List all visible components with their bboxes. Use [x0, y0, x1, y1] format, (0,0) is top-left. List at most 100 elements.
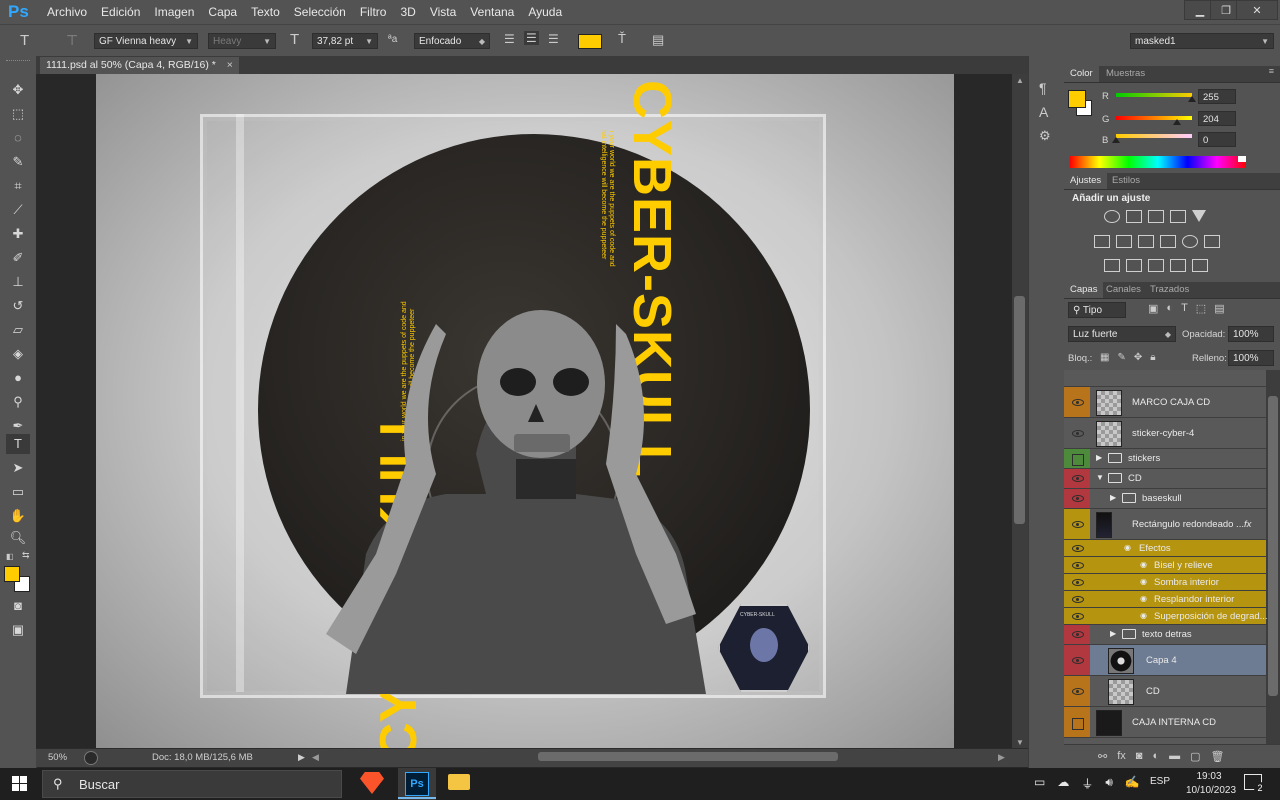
tool-presets-icon[interactable]: ⚙ [1039, 128, 1051, 144]
eye-icon[interactable] [1072, 495, 1084, 502]
color-balance-icon[interactable] [1116, 235, 1132, 248]
collapse-arrow-icon[interactable]: ▼ [1096, 473, 1104, 482]
link-layers-icon[interactable]: ⚯ [1098, 750, 1107, 763]
layer-row[interactable]: fx Rectángulo redondeado ... [1064, 509, 1266, 540]
layer-visibility-cell[interactable] [1064, 540, 1090, 556]
screen-mode-icon[interactable]: ▣ [6, 620, 30, 640]
windows-start-icon[interactable] [12, 776, 28, 792]
tab-color[interactable]: Color [1064, 66, 1099, 82]
layer-name[interactable]: texto detras [1142, 629, 1192, 640]
tab-canales[interactable]: Canales [1100, 282, 1147, 298]
tab-ajustes[interactable]: Ajustes [1064, 173, 1108, 189]
warp-text-icon[interactable]: Ť [618, 31, 626, 46]
layer-name[interactable]: Rectángulo redondeado ... [1132, 519, 1244, 530]
eye-icon[interactable] [1072, 631, 1084, 638]
layer-visibility-cell[interactable] [1064, 608, 1090, 624]
eye-icon[interactable] [1072, 429, 1084, 437]
default-colors-icon[interactable]: ◧ [6, 552, 14, 561]
layer-row[interactable]: ◉ Bisel y relieve [1064, 557, 1266, 574]
menu-vista[interactable]: Vista [423, 5, 463, 19]
tab-capas[interactable]: Capas [1064, 282, 1104, 298]
effect-eye-icon[interactable]: ◉ [1140, 560, 1147, 569]
menu-texto[interactable]: Texto [244, 5, 287, 19]
layer-visibility-cell[interactable] [1064, 625, 1090, 644]
layer-row[interactable]: MARCO CAJA CD [1064, 387, 1266, 418]
layer-name[interactable]: Superposición de degrad... [1154, 611, 1268, 622]
layer-visibility-cell[interactable] [1064, 557, 1090, 573]
r-value[interactable]: 255 [1198, 89, 1236, 104]
taskbar-search[interactable]: ⚲ Buscar [42, 770, 342, 798]
document-info[interactable]: Doc: 18,0 MB/125,6 MB [152, 752, 253, 763]
eye-icon[interactable] [1072, 656, 1084, 664]
layer-row[interactable]: sticker-cyber-4 [1064, 418, 1266, 449]
font-family-select[interactable]: GF Vienna heavy ▼ [94, 33, 198, 49]
eye-icon[interactable] [1072, 687, 1084, 695]
scroll-up-icon[interactable]: ▲ [1016, 76, 1024, 85]
eye-icon[interactable] [1072, 578, 1084, 586]
zoom-tool-icon[interactable]: 🔍︎ [6, 528, 30, 548]
foreground-color-swatch[interactable] [4, 566, 20, 582]
paragraph-panel-icon[interactable]: ¶ [1039, 80, 1047, 96]
lock-transparency-icon[interactable]: ▦ [1100, 352, 1109, 363]
effect-eye-icon[interactable]: ◉ [1140, 594, 1147, 603]
delete-layer-icon[interactable]: 🗑︎ [1211, 750, 1225, 763]
dodge-tool-icon[interactable]: ⚲ [6, 392, 30, 412]
hue-saturation-icon[interactable] [1094, 235, 1110, 248]
spectrum-white-swatch[interactable] [1238, 156, 1246, 162]
lock-all-icon[interactable]: 🔒︎ [1150, 352, 1155, 363]
blur-tool-icon[interactable]: ● [6, 368, 30, 388]
eye-icon[interactable] [1072, 544, 1084, 552]
effect-eye-icon[interactable]: ◉ [1140, 577, 1147, 586]
add-style-icon[interactable]: fx [1117, 750, 1126, 763]
layer-name[interactable]: Bisel y relieve [1154, 560, 1213, 571]
brush-tool-icon[interactable]: ✐ [6, 248, 30, 268]
toolbar-grip[interactable] [6, 60, 30, 64]
file-explorer-icon[interactable] [448, 774, 470, 790]
layer-row[interactable]: ▼ CD [1064, 469, 1266, 489]
layer-name[interactable]: Capa 4 [1146, 655, 1177, 666]
color-spectrum-bar[interactable] [1070, 156, 1246, 168]
levels-icon[interactable] [1126, 210, 1142, 223]
lock-position-icon[interactable]: ✥ [1134, 352, 1142, 363]
layer-visibility-cell[interactable] [1064, 676, 1090, 706]
expand-arrow-icon[interactable]: ▶ [1110, 493, 1116, 502]
photo-filter-icon[interactable] [1160, 235, 1176, 248]
layer-name[interactable]: MARCO CAJA CD [1132, 397, 1210, 408]
layer-name[interactable]: Sombra interior [1154, 577, 1219, 588]
layer-name[interactable]: CAJA INTERNA CD [1132, 717, 1216, 728]
lasso-tool-icon[interactable]: ◌ [6, 128, 30, 148]
b-value[interactable]: 0 [1198, 132, 1236, 147]
layer-row[interactable]: Capa 4 [1064, 645, 1266, 676]
character-panel-icon[interactable]: A [1039, 104, 1048, 120]
layer-name[interactable]: Efectos [1139, 543, 1171, 554]
channel-mixer-icon[interactable] [1182, 235, 1198, 248]
fx-icon[interactable]: fx [1244, 519, 1251, 530]
layer-visibility-cell[interactable] [1064, 509, 1090, 539]
brightness-icon[interactable] [1104, 210, 1120, 223]
hidden-visibility-icon[interactable] [1072, 717, 1084, 730]
character-panel-icon[interactable]: ▤ [652, 32, 664, 48]
layer-row-partial[interactable] [1064, 370, 1266, 387]
swap-colors-icon[interactable]: ⇆ [22, 550, 30, 561]
layer-visibility-cell[interactable] [1064, 574, 1090, 590]
menu-capa[interactable]: Capa [201, 5, 244, 19]
document-tab[interactable]: 1111.psd al 50% (Capa 4, RGB/16) * × [40, 57, 239, 74]
g-slider-knob[interactable] [1172, 119, 1181, 125]
scroll-left-icon[interactable]: ◀ [312, 752, 319, 763]
filter-shape-icon[interactable]: ⬚ [1196, 302, 1206, 315]
scroll-down-icon[interactable]: ▼ [1016, 738, 1024, 747]
layer-visibility-cell[interactable] [1064, 591, 1090, 607]
menu-ventana[interactable]: Ventana [463, 5, 521, 19]
eyedropper-tool-icon[interactable]: ⟋ [6, 200, 30, 220]
vibrance-icon[interactable] [1192, 210, 1206, 222]
type-tool-preset-icon[interactable]: T [20, 32, 29, 49]
font-style-select[interactable]: Heavy ▼ [208, 33, 276, 49]
posterize-icon[interactable] [1126, 259, 1142, 272]
g-value[interactable]: 204 [1198, 111, 1236, 126]
history-brush-tool-icon[interactable]: ↺ [6, 296, 30, 316]
new-layer-icon[interactable]: ▢ [1190, 750, 1200, 763]
layer-name[interactable]: baseskull [1142, 493, 1182, 504]
eye-icon[interactable] [1072, 398, 1084, 406]
filter-pixel-icon[interactable]: ▣ [1148, 302, 1158, 315]
eye-icon[interactable] [1072, 561, 1084, 569]
